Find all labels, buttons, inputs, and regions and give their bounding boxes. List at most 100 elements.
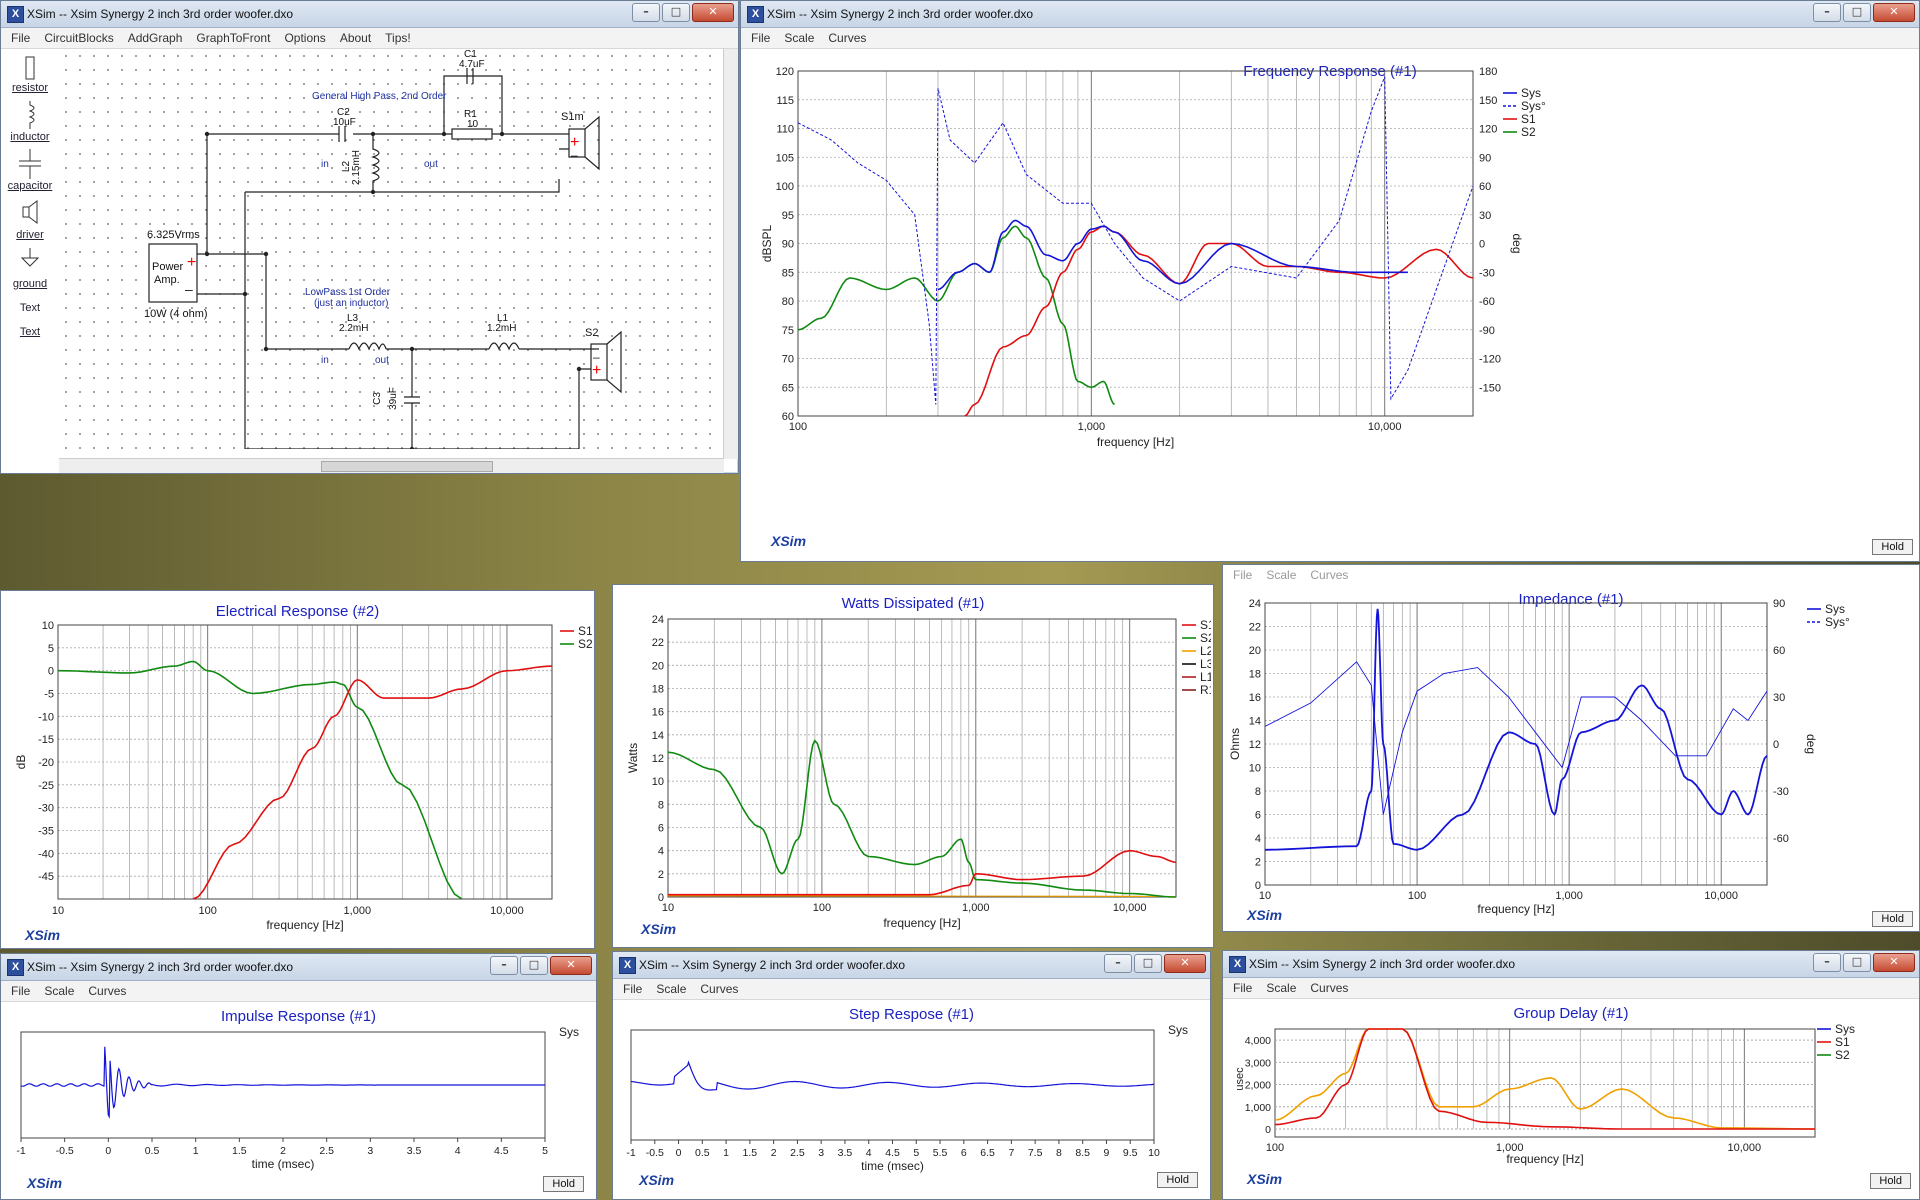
x-tick-label: -0.5 [56, 1145, 74, 1157]
menu-scale[interactable]: Scale [656, 982, 686, 996]
y-tick-label: 60 [1479, 181, 1491, 193]
group-delay-chart[interactable]: 4,0003,0002,0001,0000100 1,000 10,000frequ… [1223, 999, 1917, 1197]
x-tick-label: 10,000 [490, 905, 524, 917]
hold-button[interactable]: Hold [1872, 539, 1913, 555]
maximize-button[interactable]: □ [1843, 953, 1871, 972]
menu-curves[interactable]: Curves [1310, 981, 1348, 995]
menu-scale[interactable]: Scale [44, 984, 74, 998]
close-button[interactable]: ✕ [692, 3, 734, 22]
menu-curves[interactable]: Curves [828, 31, 866, 45]
menu-about[interactable]: About [340, 31, 371, 45]
x-tick-label: 2.5 [790, 1147, 805, 1159]
menu-file[interactable]: File [751, 31, 770, 45]
minimize-button[interactable]: – [490, 956, 518, 975]
menu-scale[interactable]: Scale [1266, 981, 1296, 995]
y-tick-label: -60 [1479, 296, 1495, 308]
close-button[interactable]: ✕ [1873, 3, 1915, 22]
x-tick-label: 1,000 [344, 905, 372, 917]
amp-label-amp: Amp. [154, 274, 180, 286]
y-tick-label: 85 [782, 267, 794, 279]
watts-dissipated-chart[interactable]: 24222018161412108642010 100 1,000 10,000fre… [613, 585, 1211, 945]
y-tick-label: 110 [776, 124, 794, 136]
hold-button[interactable]: Hold [1157, 1172, 1198, 1188]
s1-driver-label[interactable]: S1m [561, 111, 584, 123]
ground-icon[interactable] [19, 248, 41, 272]
gd-titlebar[interactable]: X XSim -- Xsim Synergy 2 inch 3rd order … [1223, 951, 1919, 978]
schematic-canvas[interactable]: + – + – – + General High Pass, 2nd Order… [59, 49, 724, 459]
y-tick-label: 2 [658, 869, 664, 881]
menu-file[interactable]: File [1233, 981, 1252, 995]
close-button[interactable]: ✕ [550, 956, 592, 975]
x-tick-label: 0.5 [695, 1147, 710, 1159]
minimize-button[interactable]: – [1104, 954, 1132, 973]
tool-capacitor[interactable]: capacitor [1, 180, 59, 192]
x-tick-label: 0.5 [145, 1145, 160, 1157]
maximize-button[interactable]: □ [1843, 3, 1871, 22]
capacitor-icon[interactable] [17, 149, 43, 179]
plot-frame [1264, 602, 1768, 886]
schematic-window: X XSim -- Xsim Synergy 2 inch 3rd order … [0, 0, 739, 474]
y2-tick-label: -30 [1773, 786, 1789, 798]
inductor-icon[interactable] [19, 101, 41, 131]
tool-text[interactable]: Text [1, 302, 59, 314]
y-tick-label: 18 [652, 684, 664, 696]
menu-file[interactable]: File [11, 984, 30, 998]
menu-options[interactable]: Options [284, 31, 325, 45]
schematic-vscroll[interactable] [723, 49, 738, 459]
y-tick-label: 14 [1249, 716, 1261, 728]
electrical-response-chart[interactable]: 10 5 0 -5 -10 -15 -20 -25 -30 -35 -40 -45 10 100 1,000… [1, 591, 593, 947]
s1-line [668, 849, 1177, 896]
minimize-button[interactable]: – [632, 3, 660, 22]
menu-file[interactable]: File [11, 31, 30, 45]
component-toolbox: resistor inductor capacitor driver groun… [1, 49, 60, 473]
menu-file[interactable]: File [623, 982, 642, 996]
legend-label: Sys° [1521, 99, 1546, 113]
menu-file[interactable]: File [1233, 568, 1252, 582]
tool-driver[interactable]: driver [1, 229, 59, 241]
c3-label[interactable]: C3 [372, 392, 383, 405]
tool-ground[interactable]: ground [1, 278, 59, 290]
step-response-chart[interactable]: -1 -0.5 0 0.5 1 1.5 2 2.5 3 3.5 4 4.5 5 5.5 6 6.5 7 7.5 8 8… [613, 1000, 1208, 1198]
hold-button[interactable]: Hold [543, 1176, 584, 1192]
menu-curves[interactable]: Curves [700, 982, 738, 996]
step-titlebar[interactable]: X XSim -- Xsim Synergy 2 inch 3rd order … [613, 952, 1210, 979]
lp-in-label: in [321, 355, 329, 366]
impulse-response-chart[interactable]: -1 -0.5 0 0.5 1 1.5 2 2.5 3 3.5 4 4.5 5 time (msec) Sy… [1, 1002, 594, 1198]
legend-label: R1 [1200, 683, 1211, 697]
driver-icon[interactable] [19, 199, 41, 225]
schematic-hscroll[interactable] [59, 458, 724, 473]
maximize-button[interactable]: □ [520, 956, 548, 975]
frequency-response-chart[interactable]: 120 115 110 105 100 95 90 85 80 75 70 65 60 180 150 120… [741, 49, 1917, 559]
frequency-titlebar[interactable]: X XSim -- Xsim Synergy 2 inch 3rd order … [741, 1, 1919, 28]
tool-inductor[interactable]: inductor [1, 131, 59, 143]
menu-curves[interactable]: Curves [88, 984, 126, 998]
close-button[interactable]: ✕ [1873, 953, 1915, 972]
menu-graphtofront[interactable]: GraphToFront [196, 31, 270, 45]
minimize-button[interactable]: – [1813, 3, 1841, 22]
tool-text-underlined[interactable]: Text [1, 326, 59, 338]
menu-curves[interactable]: Curves [1310, 568, 1348, 582]
x-axis-label: time (msec) [861, 1159, 924, 1173]
app-icon: X [7, 6, 24, 23]
close-button[interactable]: ✕ [1164, 954, 1206, 973]
menu-tips[interactable]: Tips! [385, 31, 411, 45]
menu-circuitblocks[interactable]: CircuitBlocks [44, 31, 113, 45]
maximize-button[interactable]: □ [662, 3, 690, 22]
x-tick-label: 100 [1408, 890, 1426, 902]
resistor-icon[interactable] [23, 55, 37, 83]
menu-scale[interactable]: Scale [784, 31, 814, 45]
tool-resistor[interactable]: resistor [1, 82, 59, 94]
maximize-button[interactable]: □ [1134, 954, 1162, 973]
minimize-button[interactable]: – [1813, 953, 1841, 972]
impulse-titlebar[interactable]: X XSim -- Xsim Synergy 2 inch 3rd order … [1, 954, 596, 981]
menu-addgraph[interactable]: AddGraph [128, 31, 183, 45]
hold-button[interactable]: Hold [1872, 911, 1913, 927]
impedance-chart[interactable]: 2422201816141210864209060300-30-6010 100 1… [1223, 585, 1917, 931]
hold-button[interactable]: Hold [1870, 1173, 1911, 1189]
s2-driver-label[interactable]: S2 [585, 327, 598, 339]
y-tick-label: 10 [1249, 763, 1261, 775]
schematic-titlebar[interactable]: X XSim -- Xsim Synergy 2 inch 3rd order … [1, 1, 738, 28]
y2-axis-label: deg [1804, 734, 1818, 754]
menu-scale[interactable]: Scale [1266, 568, 1296, 582]
svg-text:–: – [185, 281, 193, 297]
